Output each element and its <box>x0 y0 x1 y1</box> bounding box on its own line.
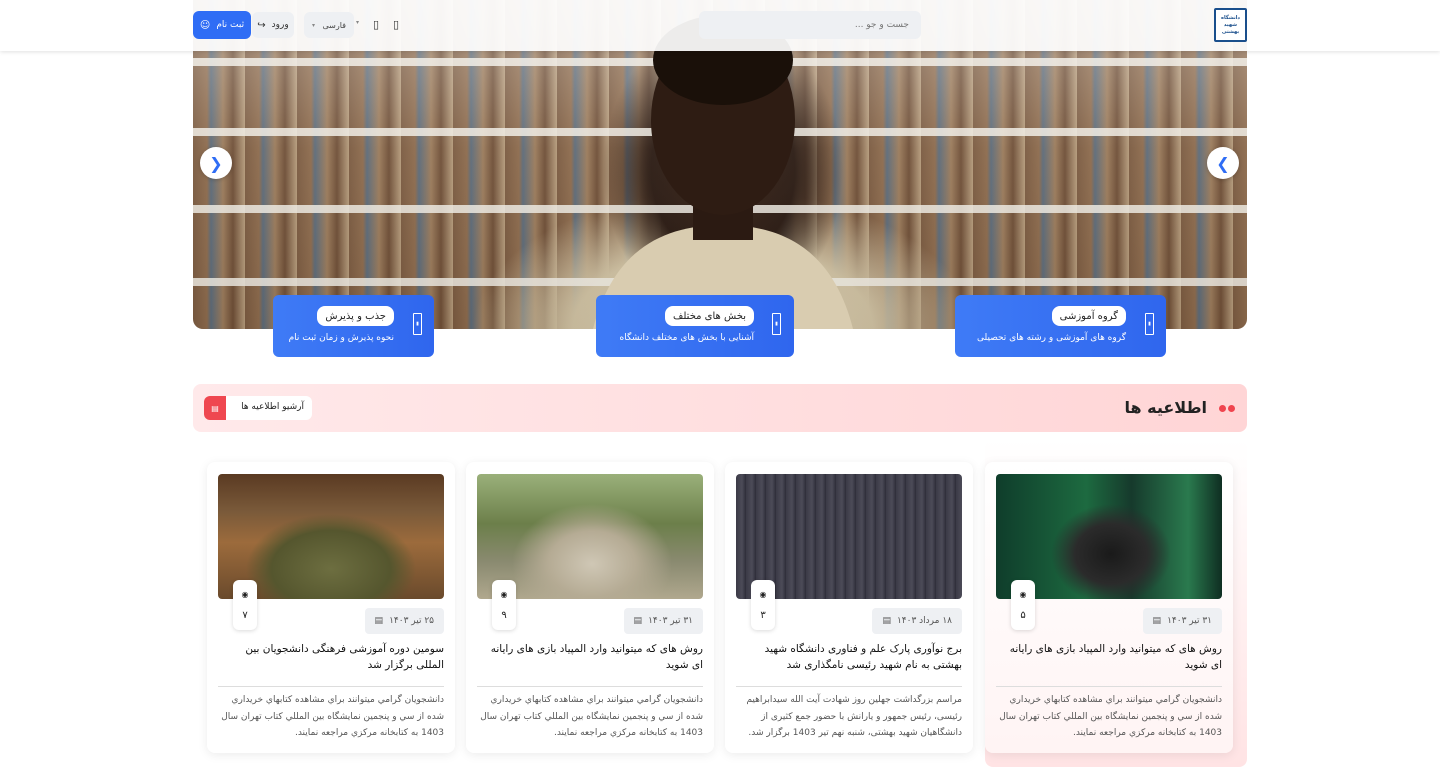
admission-icon: ▮ <box>413 313 422 335</box>
notice-description: مراسم بزرگداشت جهلین روز شهادت آیت الله … <box>746 695 962 738</box>
search-input[interactable] <box>699 11 921 39</box>
accessibility-icon[interactable]: ▯ <box>367 14 385 34</box>
notice-card[interactable]: ◉ ۵ ۳۱ تیر ۱۴۰۳ ▤ روش های که میتوانید وا… <box>985 462 1233 753</box>
login-button[interactable]: ورود ↪ <box>252 12 294 38</box>
book-icon: ▮ <box>1145 313 1154 335</box>
dots-icon <box>1219 405 1235 412</box>
calendar-icon: ▤ <box>882 616 891 626</box>
login-label: ورود <box>271 20 289 30</box>
theme-icon[interactable]: ▯ <box>387 14 405 34</box>
notice-date: ۳۱ تیر ۱۴۰۳ ▤ <box>623 608 703 634</box>
divider <box>218 686 444 687</box>
notice-description: دانشجويان گرامي ميتوانند براي مشاهده کتا… <box>999 695 1222 738</box>
feature-title: جذب و پذیرش <box>317 306 394 326</box>
top-header: دانشگاه شهید بهشتی ▯ ▯ ▾ فارسی ▾ ورود ↪ … <box>0 0 1440 51</box>
date-text: ۲۵ تیر ۱۴۰۳ <box>389 616 434 626</box>
language-label: فارسی <box>322 20 347 30</box>
notices-title: اطلاعیه ها <box>1124 398 1207 417</box>
register-label: ثبت نام <box>216 20 245 30</box>
archive-label: آرشیو اطلاعیه ها <box>241 402 304 412</box>
divider <box>996 686 1222 687</box>
feature-subtitle: آشنایی با بخش های مختلف دانشگاه <box>619 333 755 343</box>
notice-date: ۲۵ تیر ۱۴۰۳ ▤ <box>364 608 444 634</box>
university-logo[interactable]: دانشگاه شهید بهشتی <box>1214 8 1247 42</box>
notice-card[interactable]: ◉ ۳ ۱۸ مرداد ۱۴۰۳ ▤ برج نوآوری پارک علم … <box>725 462 973 753</box>
feature-subtitle: نحوه پذیرش و زمان ثبت نام <box>288 333 394 343</box>
view-count: ۵ <box>1020 609 1026 621</box>
view-count-badge: ◉ ۷ <box>233 580 257 630</box>
view-count: ۹ <box>501 609 507 621</box>
feature-title: بخش های مختلف <box>665 306 754 326</box>
user-add-icon: ☺ <box>199 19 211 31</box>
view-count: ۷ <box>242 609 248 621</box>
feature-card-groups[interactable]: ▮ گروه آموزشی گروه های آموزشی و رشته های… <box>955 295 1166 357</box>
calendar-icon: ▤ <box>1152 616 1162 626</box>
calendar-icon: ▤ <box>374 616 384 626</box>
eye-icon: ◉ <box>1019 589 1027 599</box>
view-count: ۳ <box>760 609 766 621</box>
eye-icon: ◉ <box>241 589 249 599</box>
eye-icon: ◉ <box>500 589 508 599</box>
login-icon: ↪ <box>257 19 266 31</box>
view-count-badge: ◉ ۳ <box>751 580 775 630</box>
eye-icon: ◉ <box>759 589 767 599</box>
register-button[interactable]: ثبت نام ☺ <box>193 11 251 39</box>
archive-icon: ▤ <box>204 396 226 420</box>
language-select[interactable]: فارسی ▾ <box>304 12 354 38</box>
notices-header: اطلاعیه ها ▤ آرشیو اطلاعیه ها <box>193 384 1247 432</box>
notice-date: ۱۸ مرداد ۱۴۰۳ ▤ <box>872 608 962 634</box>
divider <box>736 686 962 687</box>
calendar-icon: ▤ <box>633 616 643 626</box>
feature-subtitle: گروه های آموزشی و رشته های تحصیلی <box>977 333 1126 343</box>
notice-title[interactable]: روش های که میتوانید وارد المپیاد بازی ها… <box>477 641 703 673</box>
slider-next-button[interactable]: ❯ <box>1207 147 1239 179</box>
building-icon: ▮ <box>772 313 781 335</box>
feature-card-sections[interactable]: ▮ بخش های مختلف آشنایی با بخش های مختلف … <box>596 295 794 357</box>
date-text: ۳۱ تیر ۱۴۰۳ <box>1167 616 1212 626</box>
notice-card[interactable]: ◉ ۹ ۳۱ تیر ۱۴۰۳ ▤ روش های که میتوانید وا… <box>466 462 714 753</box>
notice-date: ۳۱ تیر ۱۴۰۳ ▤ <box>1142 608 1222 634</box>
notice-description: دانشجويان گرامي ميتوانند براي مشاهده کتا… <box>480 695 703 738</box>
view-count-badge: ◉ ۵ <box>1011 580 1035 630</box>
notice-title[interactable]: سومین دوره آموزشی فرهنگی دانشجویان بین ا… <box>218 641 444 673</box>
chevron-down-icon: ▾ <box>356 19 360 26</box>
notice-card[interactable]: ◉ ۷ ۲۵ تیر ۱۴۰۳ ▤ سومین دوره آموزشی فرهن… <box>207 462 455 753</box>
slider-prev-button[interactable]: ❮ <box>200 147 232 179</box>
view-count-badge: ◉ ۹ <box>492 580 516 630</box>
divider <box>477 686 703 687</box>
logo-text: دانشگاه شهید بهشتی <box>1221 14 1240 35</box>
notice-description: دانشجويان گرامي ميتوانند براي مشاهده کتا… <box>221 695 444 738</box>
feature-title: گروه آموزشی <box>1051 306 1126 326</box>
notice-title[interactable]: برج نوآوری پارک علم و فناوری دانشگاه شهی… <box>736 641 962 673</box>
chevron-down-icon: ▾ <box>312 21 316 29</box>
date-text: ۱۸ مرداد ۱۴۰۳ <box>896 616 952 626</box>
archive-button[interactable]: ▤ آرشیو اطلاعیه ها <box>204 396 312 420</box>
date-text: ۳۱ تیر ۱۴۰۳ <box>648 616 693 626</box>
feature-card-admission[interactable]: ▮ جذب و پذیرش نحوه پذیرش و زمان ثبت نام <box>273 295 434 357</box>
notice-title[interactable]: روش های که میتوانید وارد المپیاد بازی ها… <box>996 641 1222 673</box>
